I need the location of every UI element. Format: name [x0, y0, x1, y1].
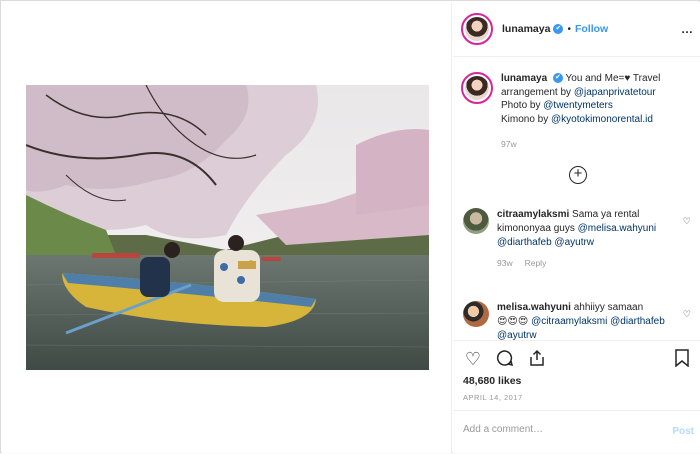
- mention-link[interactable]: @diarthafeb: [497, 237, 552, 248]
- more-options-icon[interactable]: …: [681, 22, 694, 36]
- comment: melisa.wahyuni ahhiiyy samaan 😍😍😍 @citra…: [463, 301, 697, 340]
- comment-body: ahhiiyy samaan: [570, 302, 644, 313]
- caption: lunamaya ✔ You and Me=♥ Travel arrangeme…: [461, 72, 697, 152]
- comment-emoji: 😍😍😍: [497, 316, 529, 327]
- load-more-comments-icon[interactable]: +: [569, 166, 587, 184]
- comment-username[interactable]: melisa.wahyuni: [497, 302, 571, 313]
- comment-text: melisa.wahyuni ahhiiyy samaan 😍😍😍 @citra…: [497, 301, 677, 340]
- follow-button[interactable]: Follow: [575, 23, 608, 35]
- save-bookmark-icon[interactable]: [672, 349, 692, 369]
- mention-link[interactable]: @ayutrw: [497, 330, 537, 340]
- comment-username[interactable]: citraamylaksmi: [497, 209, 569, 220]
- mention-link[interactable]: @melisa.wahyuni: [578, 223, 657, 234]
- instagram-post-modal: lunamaya ✔ • Follow … lunamaya ✔ You and…: [0, 0, 700, 453]
- post-actions: ♡ 48,680 likes APRIL 14, 2017 Post: [453, 340, 700, 453]
- verified-badge-icon: ✔: [553, 24, 564, 34]
- author-avatar[interactable]: [461, 13, 493, 45]
- comment-text: citraamylaksmi Sama ya rental kimononyaa…: [497, 208, 677, 270]
- comment: citraamylaksmi Sama ya rental kimononyaa…: [463, 208, 697, 270]
- commenter-avatar[interactable]: [463, 301, 489, 327]
- mention-link[interactable]: @ayutrw: [554, 237, 594, 248]
- caption-time[interactable]: 97w: [501, 138, 697, 152]
- commenter-avatar[interactable]: [463, 208, 489, 234]
- mention-link[interactable]: @japanprivatetour: [574, 87, 656, 98]
- likes-count[interactable]: 48,680 likes: [463, 375, 521, 387]
- verified-badge-icon: ✔: [552, 73, 563, 84]
- post-header: lunamaya ✔ • Follow …: [453, 2, 700, 57]
- comment-age[interactable]: 93w: [497, 258, 513, 268]
- photo-pane: [2, 2, 452, 453]
- like-heart-icon[interactable]: ♡: [463, 349, 483, 369]
- caption-text-part: Kimono by: [501, 113, 552, 125]
- post-date[interactable]: APRIL 14, 2017: [463, 393, 523, 402]
- cherry-blossom-boat-image: [26, 85, 429, 370]
- mention-link[interactable]: @diarthafeb: [610, 316, 665, 327]
- caption-text-part: You and Me=: [565, 73, 625, 84]
- mention-link[interactable]: @twentymeters: [543, 100, 613, 111]
- like-comment-heart-icon[interactable]: ♡: [683, 309, 691, 320]
- caption-avatar[interactable]: [461, 72, 493, 104]
- post-sidebar: lunamaya ✔ • Follow … lunamaya ✔ You and…: [453, 2, 700, 453]
- add-comment-bar: Post: [453, 410, 700, 454]
- caption-username[interactable]: lunamaya: [501, 73, 547, 84]
- comments-area[interactable]: lunamaya ✔ You and Me=♥ Travel arrangeme…: [453, 58, 700, 340]
- caption-text: lunamaya ✔ You and Me=♥ Travel arrangeme…: [501, 72, 697, 152]
- caption-text-part: Photo by: [501, 100, 544, 111]
- comment-bubble-icon[interactable]: [495, 349, 515, 369]
- mention-link[interactable]: @citraamylaksmi: [531, 316, 607, 327]
- post-comment-button[interactable]: Post: [672, 426, 694, 437]
- author-username[interactable]: lunamaya: [502, 23, 550, 35]
- add-comment-input[interactable]: [463, 424, 653, 435]
- separator-dot: •: [567, 23, 571, 35]
- post-photo[interactable]: [26, 85, 429, 370]
- comment-meta: 93w Reply: [497, 256, 677, 270]
- share-icon[interactable]: [527, 349, 547, 369]
- like-comment-heart-icon[interactable]: ♡: [683, 216, 691, 227]
- mention-link[interactable]: @kyotokimonorental.id: [551, 114, 653, 125]
- reply-button[interactable]: Reply: [525, 258, 547, 268]
